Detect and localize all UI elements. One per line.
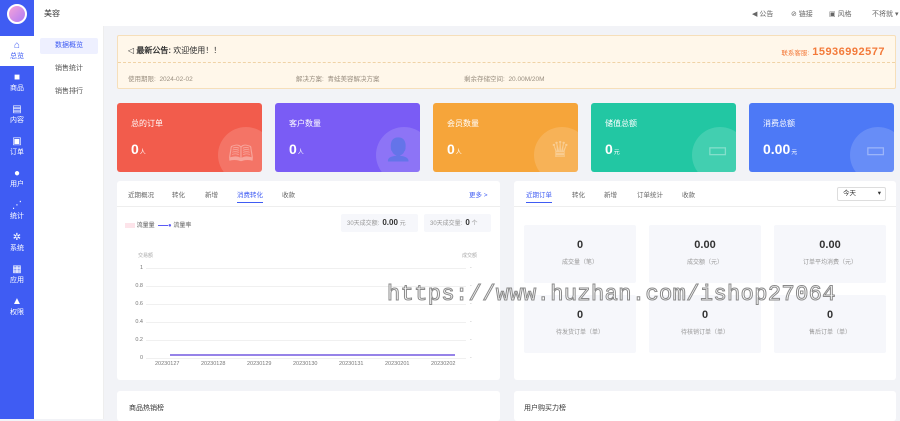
tab[interactable]: 新增 — [604, 189, 617, 199]
cell-value: 0 — [576, 309, 584, 321]
order-stat-cell: 0 成交量（笔） — [524, 225, 636, 283]
order-stat-cell: 0.00 订单平均消费（元） — [774, 225, 886, 283]
card-title: 商品热销榜 — [129, 405, 164, 412]
tab[interactable]: 转化 — [572, 189, 585, 199]
cell-value: 0 — [826, 309, 834, 321]
cell-label: 售后订单（单） — [808, 330, 851, 336]
cell-label: 待发货订单（单） — [555, 330, 604, 336]
cell-value: 0.00 — [694, 239, 716, 251]
period-select[interactable]: 今天 ▾ — [837, 187, 886, 201]
watermark: https://www.huzhan.com/ishop27064 — [387, 282, 836, 308]
cell-value: 0 — [576, 239, 584, 251]
card-title: 用户购买力榜 — [524, 405, 566, 412]
cell-value: 0 — [701, 309, 709, 321]
cell-label: 订单平均消费（元） — [802, 260, 857, 266]
order-stat-cell: 0.00 成交额（元） — [649, 225, 761, 283]
tab[interactable]: 订单统计 — [637, 189, 663, 199]
chevron-down-icon: ▾ — [877, 190, 881, 197]
tab[interactable]: 收款 — [682, 189, 695, 199]
cell-label: 成交额（元） — [686, 260, 723, 266]
cell-label: 待核销订单（单） — [680, 330, 729, 336]
purchasing-power-card: 用户购买力榜 — [514, 391, 896, 421]
hot-products-card: 商品热销榜 — [117, 391, 500, 421]
cell-label: 成交量（笔） — [561, 260, 598, 266]
tab[interactable]: 近期订单 — [526, 189, 552, 203]
cell-value: 0.00 — [819, 239, 841, 251]
